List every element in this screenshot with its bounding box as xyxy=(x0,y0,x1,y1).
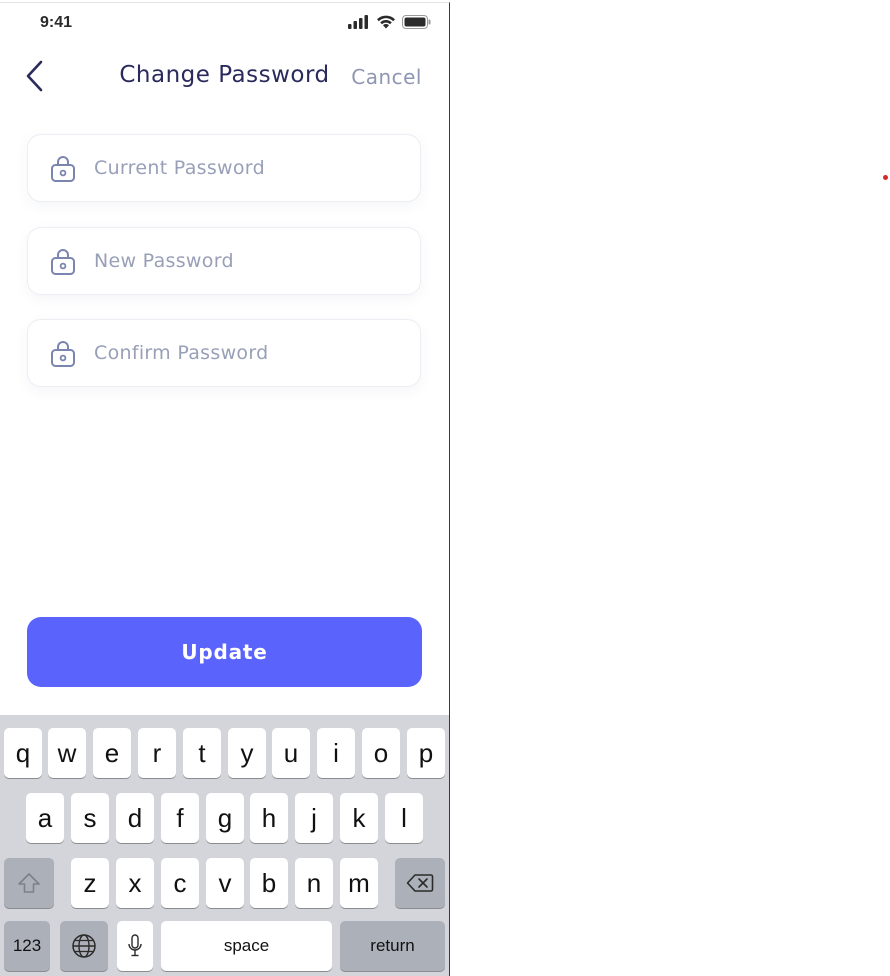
status-icons xyxy=(348,15,431,29)
status-time: 9:41 xyxy=(40,14,73,31)
key-f[interactable]: f xyxy=(161,793,199,843)
key-d[interactable]: d xyxy=(116,793,154,843)
key-e[interactable]: e xyxy=(93,728,131,778)
update-button[interactable]: Update xyxy=(27,617,422,687)
key-c[interactable]: c xyxy=(161,858,199,908)
key-p[interactable]: p xyxy=(407,728,445,778)
current-password-field[interactable] xyxy=(27,134,421,202)
shift-icon xyxy=(18,873,40,893)
keyboard: q w e r t y u i o p a s d f g h j k l z … xyxy=(0,715,449,976)
key-s[interactable]: s xyxy=(71,793,109,843)
lock-icon xyxy=(51,156,75,182)
lock-icon xyxy=(51,249,75,275)
space-key[interactable]: space xyxy=(161,921,332,971)
return-key[interactable]: return xyxy=(340,921,445,971)
key-j[interactable]: j xyxy=(295,793,333,843)
key-m[interactable]: m xyxy=(340,858,378,908)
key-t[interactable]: t xyxy=(183,728,221,778)
microphone-key[interactable] xyxy=(117,921,153,971)
confirm-password-input[interactable] xyxy=(94,320,404,386)
lock-icon xyxy=(51,341,75,367)
delete-key[interactable] xyxy=(395,858,445,908)
key-u[interactable]: u xyxy=(272,728,310,778)
backspace-icon xyxy=(406,874,434,892)
key-h[interactable]: h xyxy=(250,793,288,843)
key-w[interactable]: w xyxy=(48,728,86,778)
key-b[interactable]: b xyxy=(250,858,288,908)
new-password-field[interactable] xyxy=(27,227,421,295)
numbers-key[interactable]: 123 xyxy=(4,921,50,971)
microphone-icon xyxy=(128,934,142,957)
wifi-icon xyxy=(377,15,395,29)
globe-icon xyxy=(72,934,96,958)
canvas: 9:41 Change Password Cancel Update q w e… xyxy=(0,0,890,976)
confirm-password-field[interactable] xyxy=(27,319,421,387)
key-i[interactable]: i xyxy=(317,728,355,778)
key-x[interactable]: x xyxy=(116,858,154,908)
key-k[interactable]: k xyxy=(340,793,378,843)
key-r[interactable]: r xyxy=(138,728,176,778)
key-n[interactable]: n xyxy=(295,858,333,908)
key-v[interactable]: v xyxy=(206,858,244,908)
globe-key[interactable] xyxy=(60,921,108,971)
key-q[interactable]: q xyxy=(4,728,42,778)
battery-icon xyxy=(402,15,431,29)
key-l[interactable]: l xyxy=(385,793,423,843)
key-a[interactable]: a xyxy=(26,793,64,843)
key-y[interactable]: y xyxy=(228,728,266,778)
current-password-input[interactable] xyxy=(94,135,404,201)
key-z[interactable]: z xyxy=(71,858,109,908)
signal-icon xyxy=(348,15,368,29)
phone-screen: 9:41 Change Password Cancel Update q w e… xyxy=(0,2,450,976)
key-o[interactable]: o xyxy=(362,728,400,778)
red-dot-marker xyxy=(883,175,888,180)
new-password-input[interactable] xyxy=(94,228,404,294)
cancel-button[interactable]: Cancel xyxy=(351,65,422,89)
key-g[interactable]: g xyxy=(206,793,244,843)
shift-key[interactable] xyxy=(4,858,54,908)
